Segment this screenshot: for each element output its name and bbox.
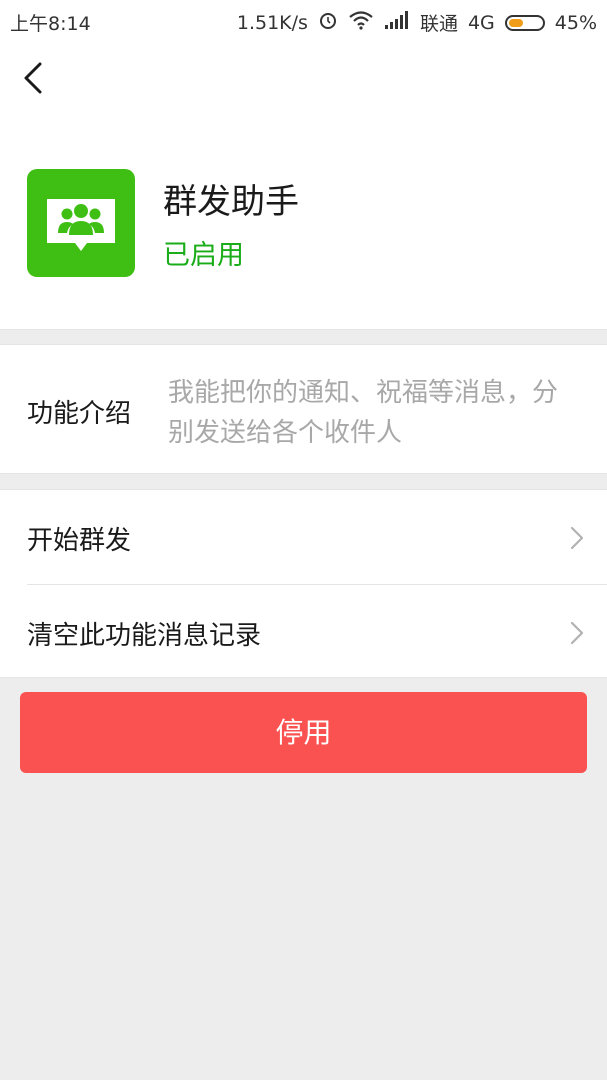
signal-icon [384,11,410,34]
feature-name: 群发助手 [163,182,299,222]
chevron-left-icon [24,62,42,94]
intro-label: 功能介绍 [27,399,132,429]
battery-percent: 45% [554,11,597,34]
wifi-icon [348,10,374,35]
menu-list: 开始群发 清空此功能消息记录 [0,489,607,678]
chevron-right-icon [570,621,584,645]
feature-status: 已启用 [163,240,244,271]
group-chat-icon [27,169,135,277]
battery-level [508,18,523,27]
back-button[interactable] [14,58,54,98]
menu-item-label: 清空此功能消息记录 [27,621,262,651]
feature-intro: 功能介绍 我能把你的通知、祝福等消息，分别发送给各个收件人 [0,344,607,474]
alarm-icon [318,10,338,35]
status-bar: 上午8:14 1.51K/s 联通 4G 45% [0,0,607,42]
nav-bar [0,42,607,124]
disable-button[interactable]: 停用 [20,692,587,773]
net-speed: 1.51K/s [236,11,308,34]
network-type: 4G [467,11,495,34]
intro-text: 我能把你的通知、祝福等消息，分别发送给各个收件人 [168,378,559,448]
battery-icon [504,14,545,31]
carrier-name: 联通 [419,13,458,35]
chevron-right-icon [570,526,584,550]
feature-profile: 群发助手 已启用 [0,124,607,330]
start-broadcast-item[interactable]: 开始群发 [0,490,607,584]
menu-item-label: 开始群发 [27,526,132,556]
status-indicators: 1.51K/s 联通 4G 45% [237,9,597,36]
status-time: 上午8:14 [10,13,91,35]
clear-history-item[interactable]: 清空此功能消息记录 [0,585,607,679]
